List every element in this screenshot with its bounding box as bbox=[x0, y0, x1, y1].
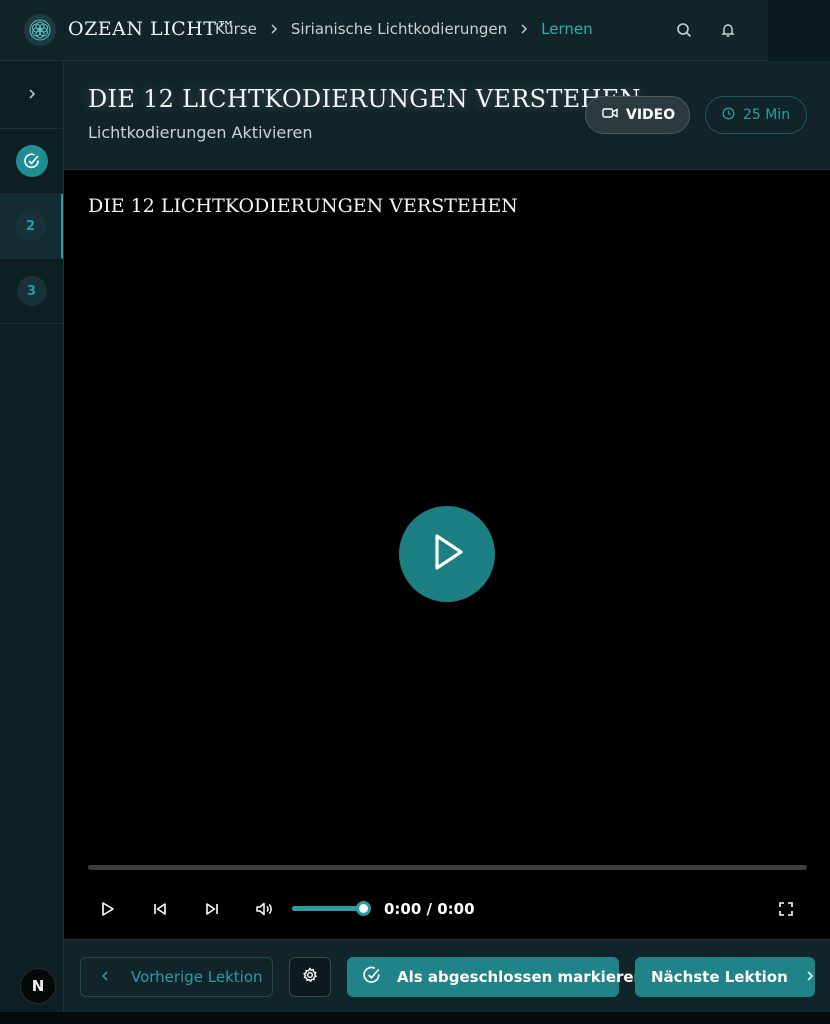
logo-icon[interactable] bbox=[24, 14, 56, 46]
chevron-right-icon bbox=[519, 24, 529, 34]
video-title: DIE 12 LICHTKODIERUNGEN VERSTEHEN bbox=[88, 195, 518, 217]
breadcrumb-course[interactable]: Sirianische Lichtkodierungen bbox=[291, 20, 507, 38]
sidebar-step-3[interactable]: 3 bbox=[0, 259, 63, 324]
step-number: 2 bbox=[15, 211, 46, 241]
video-progress-bar[interactable] bbox=[88, 865, 807, 870]
volume-slider-handle[interactable] bbox=[356, 901, 371, 916]
next-lesson-button[interactable]: Nächste Lektion bbox=[635, 957, 815, 997]
top-bar-corner bbox=[768, 0, 830, 61]
previous-lesson-button[interactable]: Vorherige Lektion bbox=[80, 957, 273, 997]
breadcrumb-current[interactable]: Lernen bbox=[541, 20, 592, 38]
volume-button[interactable] bbox=[253, 898, 275, 920]
breadcrumb: Kurse Sirianische Lichtkodierungen Lerne… bbox=[215, 20, 593, 38]
duration-badge: 25 Min bbox=[705, 96, 807, 134]
fullscreen-button[interactable] bbox=[775, 898, 797, 920]
gear-icon bbox=[302, 967, 318, 987]
lesson-subtitle: Lichtkodierungen Aktivieren bbox=[88, 123, 313, 142]
play-icon bbox=[102, 902, 114, 916]
step-number: 3 bbox=[16, 276, 47, 306]
volume-slider[interactable] bbox=[292, 906, 364, 911]
settings-button[interactable] bbox=[289, 957, 331, 997]
skip-back-button[interactable] bbox=[149, 898, 171, 920]
sidebar-step-1[interactable] bbox=[0, 129, 63, 194]
skip-forward-icon bbox=[206, 903, 218, 915]
page-title: DIE 12 LICHTKODIERUNGEN VERSTEHEN bbox=[88, 85, 641, 113]
sidebar-step-2[interactable]: 2 bbox=[0, 194, 63, 259]
mark-complete-button[interactable]: Als abgeschlossen markieren bbox=[347, 957, 644, 997]
bottom-strip bbox=[0, 1012, 830, 1024]
check-circle-icon bbox=[363, 966, 381, 988]
chevron-right-icon bbox=[806, 968, 814, 986]
volume-slider-fill bbox=[292, 906, 364, 911]
video-camera-icon bbox=[602, 107, 618, 123]
bell-icon[interactable] bbox=[718, 20, 738, 40]
volume-icon bbox=[256, 902, 272, 916]
top-bar: OZEAN LICHT™ Kurse Sirianische Lichtkodi… bbox=[0, 0, 830, 61]
next-lesson-label: Nächste Lektion bbox=[651, 968, 788, 986]
lesson-footer: Vorherige Lektion Als abgeschlossen mark… bbox=[64, 939, 830, 1012]
video-type-label: VIDEO bbox=[626, 107, 676, 123]
brand-name[interactable]: OZEAN LICHT™ bbox=[68, 18, 236, 40]
fullscreen-icon bbox=[779, 902, 793, 916]
video-type-badge: VIDEO bbox=[585, 96, 690, 134]
chevron-right-icon bbox=[27, 85, 37, 104]
sidebar-toggle[interactable] bbox=[0, 61, 63, 129]
play-icon bbox=[429, 532, 465, 576]
skip-back-icon bbox=[154, 903, 166, 915]
check-circle-icon bbox=[15, 145, 48, 177]
clock-icon bbox=[722, 107, 735, 124]
chevron-right-icon bbox=[269, 24, 279, 34]
search-icon[interactable] bbox=[674, 20, 694, 40]
lesson-header: DIE 12 LICHTKODIERUNGEN VERSTEHEN Lichtk… bbox=[64, 61, 830, 170]
duration-label: 25 Min bbox=[743, 107, 791, 123]
skip-forward-button[interactable] bbox=[201, 898, 223, 920]
play-control-button[interactable] bbox=[97, 898, 119, 920]
mark-complete-label: Als abgeschlossen markieren bbox=[397, 968, 645, 986]
play-button[interactable] bbox=[399, 506, 495, 602]
avatar[interactable]: N bbox=[20, 968, 56, 1004]
previous-lesson-label: Vorherige Lektion bbox=[131, 968, 263, 986]
lesson-sidebar: 2 3 N bbox=[0, 61, 64, 1024]
breadcrumb-kurse[interactable]: Kurse bbox=[215, 20, 257, 38]
time-readout: 0:00 / 0:00 bbox=[384, 900, 475, 918]
video-player[interactable]: DIE 12 LICHTKODIERUNGEN VERSTEHEN 0:00 /… bbox=[64, 170, 830, 939]
chevron-left-icon bbox=[101, 968, 109, 986]
